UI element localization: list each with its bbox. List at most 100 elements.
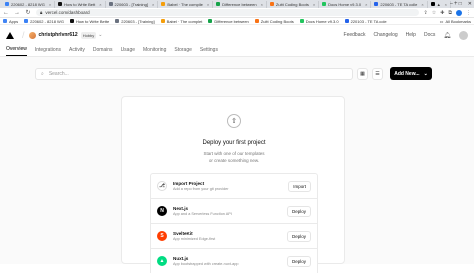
profile-avatar[interactable] xyxy=(456,9,462,16)
template-row: S SvelteKit App minimized Edge-first Deploy xyxy=(150,223,318,248)
reload-icon[interactable]: ↻ xyxy=(25,9,31,16)
close-tab-icon[interactable]: × xyxy=(445,2,447,7)
tab-label: Zuitt Coding Boots xyxy=(275,1,309,7)
template-row: N Next.js App and a Serverless Function AP… xyxy=(150,198,318,223)
lock-icon: 🔒︎ xyxy=(40,10,43,15)
template-description: App bootstrapped with create-nuxt-app xyxy=(173,262,239,266)
tab-favicon-icon xyxy=(269,2,274,6)
menu-dots-icon[interactable]: ⋮ xyxy=(466,10,471,16)
forward-icon[interactable]: → xyxy=(14,10,20,16)
star-icon[interactable]: ☆ xyxy=(432,10,436,16)
feedback-link[interactable]: Feedback xyxy=(344,32,366,38)
tab-favicon-icon xyxy=(161,2,166,6)
browser-tab[interactable]: Difference between × xyxy=(213,0,267,8)
empty-state-card: ⇧ Deploy your first project Start with o… xyxy=(121,96,345,273)
template-logo-icon: S xyxy=(157,231,167,241)
tab-usage[interactable]: Usage xyxy=(121,47,135,56)
tab-label: Difference between xyxy=(222,1,257,7)
browser-tab[interactable]: 220603 - [Training] × xyxy=(106,0,159,8)
main-nav-tabs: Overview Integrations Activity Domains U… xyxy=(0,45,474,57)
empty-state-title: Deploy your first project xyxy=(202,140,266,146)
browser-tab[interactable]: Zuitt Coding Boots × xyxy=(267,0,320,8)
tab-storage[interactable]: Storage xyxy=(174,47,192,56)
bookmark-favicon-icon xyxy=(254,19,259,23)
bookmark-item[interactable]: 220603 - [Training] xyxy=(115,19,155,24)
address-bar-row: ← → ↻ 🔒︎ vercel.com/dashboard ⇪ ☆ ✚ ⧉ ⋮ xyxy=(0,8,474,18)
share-icon[interactable]: ⇪ xyxy=(424,10,428,16)
tab-activity[interactable]: Activity xyxy=(69,47,85,56)
tab-favicon-icon xyxy=(322,2,327,6)
list-view-button[interactable]: ☰ xyxy=(372,67,383,80)
tab-overview[interactable]: Overview xyxy=(6,46,27,56)
bookmark-label: Apps xyxy=(9,18,19,24)
back-icon[interactable]: ← xyxy=(3,10,9,16)
add-new-button[interactable]: Add New... ⌄ xyxy=(390,67,432,80)
browser-tab[interactable]: Babel · The compile × xyxy=(158,0,214,8)
close-window-icon[interactable]: ✕ xyxy=(468,1,472,7)
bookmark-item[interactable]: Zuitt Coding Boots xyxy=(254,18,294,24)
close-tab-icon[interactable]: × xyxy=(313,2,315,7)
tab-favicon-icon xyxy=(216,2,221,6)
search-placeholder: Search... xyxy=(48,70,69,77)
search-input[interactable]: ⌕ Search... xyxy=(35,67,353,80)
browser-tab[interactable]: ▲ × xyxy=(428,0,451,8)
bookmark-item[interactable]: Babel · The complet xyxy=(160,19,202,24)
vercel-logo-icon[interactable] xyxy=(6,31,14,39)
bookmark-item[interactable]: 220602 - 8218 WG xyxy=(24,19,64,24)
browser-tab[interactable]: How to Write Bett × xyxy=(55,0,106,8)
user-avatar[interactable] xyxy=(459,30,468,40)
bookmark-item[interactable]: Apps xyxy=(3,19,18,24)
bookmark-item[interactable]: How to Write Bette xyxy=(69,19,109,24)
browser-tab[interactable]: 220602 - 8218 WG × xyxy=(2,0,56,8)
bookmark-label: 220602 - 8218 WG xyxy=(30,18,64,24)
help-link[interactable]: Help xyxy=(406,32,416,38)
template-name: Import Project xyxy=(173,181,205,186)
account-name[interactable]: christphrlvnr612 xyxy=(39,32,78,38)
docs-link[interactable]: Docs xyxy=(424,32,435,38)
empty-state-subtitle-2: or create something new. xyxy=(208,158,260,163)
empty-state-subtitle: Start with one of our templates xyxy=(203,151,265,156)
close-tab-icon[interactable]: × xyxy=(421,2,423,7)
bookmark-favicon-icon xyxy=(208,19,213,23)
deploy-button[interactable]: Deploy xyxy=(286,205,311,217)
tab-domains[interactable]: Domains xyxy=(93,47,113,56)
minimize-icon[interactable]: – xyxy=(450,1,453,7)
bookmark-label: Zuitt Coding Boots xyxy=(260,18,294,24)
all-bookmarks[interactable]: ▭ All Bookmarks xyxy=(440,19,471,24)
close-tab-icon[interactable]: × xyxy=(152,2,154,7)
template-description: App and a Serverless Function API xyxy=(173,212,232,216)
account-switcher-chevron-icon[interactable]: ⌄ xyxy=(98,32,102,38)
close-tab-icon[interactable]: × xyxy=(99,2,101,7)
tab-settings[interactable]: Settings xyxy=(200,47,218,56)
grid-view-button[interactable]: ▦ xyxy=(357,67,368,80)
deploy-button[interactable]: Deploy xyxy=(286,230,311,242)
bell-icon[interactable]: 🔔︎ xyxy=(443,32,451,39)
close-tab-icon[interactable]: × xyxy=(207,2,209,7)
app-header: / christphrlvnr612 Hobby ⌄ Feedback Chan… xyxy=(0,25,474,45)
import-button[interactable]: Import xyxy=(288,180,311,192)
close-tab-icon[interactable]: × xyxy=(261,2,263,7)
tab-monitoring[interactable]: Monitoring xyxy=(143,47,166,56)
bookmark-item[interactable]: Difference between xyxy=(208,18,249,24)
close-tab-icon[interactable]: × xyxy=(365,2,367,7)
bookmark-item[interactable]: Docs Home v9.3.0 xyxy=(299,19,339,24)
extension-icon[interactable]: ✚ xyxy=(440,10,444,16)
browser-tab[interactable]: 220603 - TE TA colle × xyxy=(371,0,428,8)
upload-icon: ⇧ xyxy=(227,114,241,128)
tab-label: Docs Home v9.3.0 xyxy=(328,1,362,7)
tab-favicon-icon xyxy=(374,2,379,6)
browser-tab[interactable]: Docs Home v9.3.0 × xyxy=(319,0,372,8)
tab-integrations[interactable]: Integrations xyxy=(35,47,61,56)
maximize-icon[interactable]: □ xyxy=(459,1,462,7)
tab-label: How to Write Bett xyxy=(64,1,96,7)
bookmark-item[interactable]: 220103 - TE TA cole xyxy=(344,19,387,24)
changelog-link[interactable]: Changelog xyxy=(373,32,397,38)
search-icon: ⌕ xyxy=(41,70,44,77)
close-tab-icon[interactable]: × xyxy=(49,2,51,7)
puzzle-icon[interactable]: ⧉ xyxy=(448,10,452,16)
deploy-button[interactable]: Deploy xyxy=(286,255,311,267)
url-field[interactable]: 🔒︎ vercel.com/dashboard xyxy=(36,9,419,16)
tab-label: 220602 - 8218 WG xyxy=(11,1,45,7)
template-name: SvelteKit xyxy=(173,231,193,236)
bookmark-label: Difference between xyxy=(214,18,249,24)
